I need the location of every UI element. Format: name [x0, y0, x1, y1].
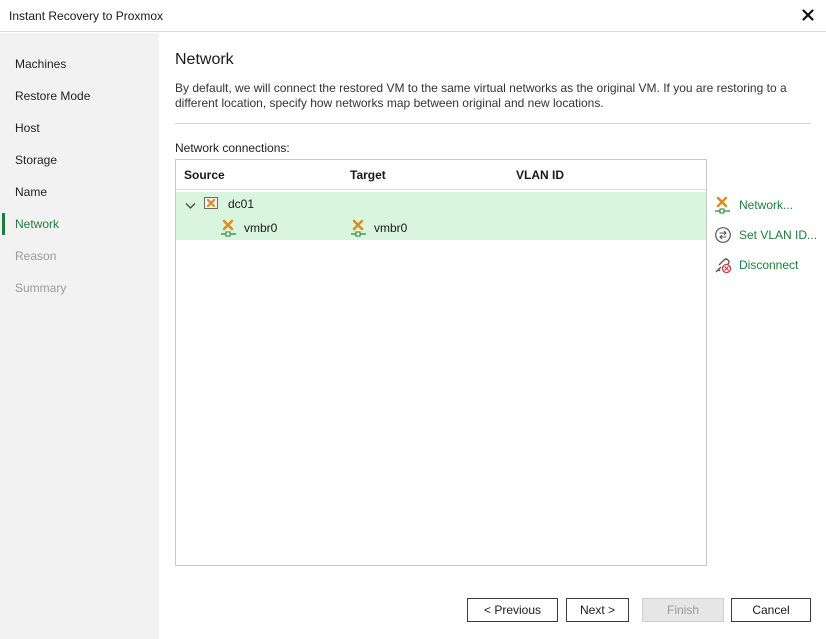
wizard-steps-sidebar: Machines Restore Mode Host Storage Name …	[0, 33, 159, 639]
main-content: Network By default, we will connect the …	[159, 33, 826, 639]
vm-name: dc01	[228, 197, 255, 211]
network-connections-label: Network connections:	[175, 141, 290, 155]
set-vlan-id-button[interactable]: Set VLAN ID...	[714, 224, 824, 246]
disconnect-button[interactable]: Disconnect	[714, 254, 824, 276]
sidebar-item-reason: Reason	[15, 249, 57, 263]
column-header-source[interactable]: Source	[184, 168, 225, 182]
network-icon	[714, 196, 732, 217]
next-button[interactable]: Next >	[566, 598, 629, 622]
sidebar-item-network[interactable]: Network	[0, 212, 159, 236]
previous-button[interactable]: < Previous	[467, 598, 558, 622]
divider	[175, 123, 811, 124]
disconnect-icon	[714, 256, 732, 277]
window-title: Instant Recovery to Proxmox	[9, 9, 164, 23]
title-bar: Instant Recovery to Proxmox	[0, 0, 826, 32]
column-header-target[interactable]: Target	[350, 168, 386, 182]
close-icon[interactable]	[796, 4, 820, 26]
network-icon	[220, 219, 238, 240]
sidebar-item-storage[interactable]: Storage	[0, 148, 159, 172]
target-network: vmbr0	[374, 221, 408, 235]
vm-icon	[204, 197, 218, 213]
sidebar-item-host[interactable]: Host	[0, 116, 159, 140]
table-row-vm[interactable]: dc01	[176, 192, 706, 216]
network-icon	[350, 219, 368, 240]
network-connections-table: Source Target VLAN ID dc01 vmbr0 vmbr0	[175, 159, 707, 566]
sidebar-item-summary: Summary	[15, 281, 67, 295]
network-button[interactable]: Network...	[714, 194, 824, 216]
page-description: By default, we will connect the restored…	[175, 81, 787, 110]
disconnect-label: Disconnect	[739, 258, 799, 272]
table-row-network-mapping[interactable]: vmbr0 vmbr0	[176, 216, 706, 240]
sidebar-item-name[interactable]: Name	[0, 180, 159, 204]
set-vlan-id-label: Set VLAN ID...	[739, 228, 818, 242]
finish-button: Finish	[642, 598, 724, 622]
sidebar-item-restore-mode[interactable]: Restore Mode	[0, 84, 159, 108]
chevron-down-icon[interactable]	[185, 199, 196, 213]
column-header-vlan-id[interactable]: VLAN ID	[516, 168, 564, 182]
vlan-icon	[714, 226, 732, 247]
sidebar-item-machines[interactable]: Machines	[0, 52, 159, 76]
cancel-button[interactable]: Cancel	[731, 598, 811, 622]
page-title: Network	[175, 51, 234, 68]
network-button-label: Network...	[739, 198, 794, 212]
table-header: Source Target VLAN ID	[176, 160, 706, 190]
source-network: vmbr0	[244, 221, 278, 235]
